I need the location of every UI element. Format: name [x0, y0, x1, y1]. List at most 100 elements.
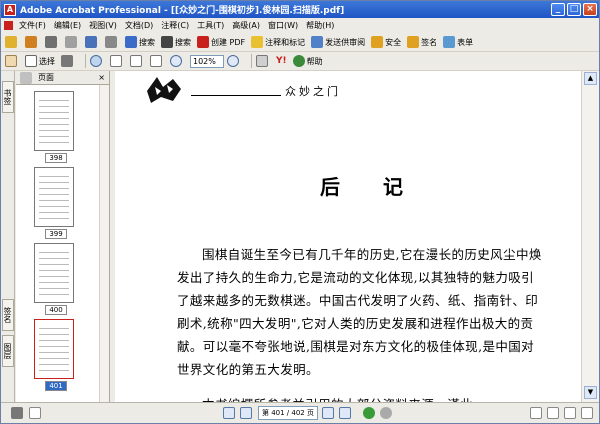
organize-button[interactable] [85, 36, 99, 48]
binoculars-button[interactable]: 搜索 [161, 36, 191, 48]
create-button[interactable] [25, 36, 39, 48]
zoom-out-icon [170, 55, 182, 67]
binoculars-icon [161, 36, 173, 48]
thumbnail-text-line [39, 188, 69, 189]
facing-icon[interactable] [564, 407, 576, 419]
continuous-icon[interactable] [547, 407, 559, 419]
thumbnail-text-line [39, 218, 69, 219]
continuous-facing-icon[interactable] [581, 407, 593, 419]
thumbnail-page-label[interactable]: 401 [45, 381, 67, 391]
pages-panel-title: 页面 [38, 73, 54, 82]
menu-help[interactable]: 帮助(H) [302, 20, 338, 31]
print-icon [45, 36, 57, 48]
help-label: 帮助 [306, 56, 323, 66]
page-thumbnail[interactable] [34, 319, 74, 379]
thumbnail-text-line [39, 100, 69, 101]
thumbnail-scrollbar[interactable] [99, 85, 109, 402]
zoom-tool-button[interactable] [90, 55, 104, 67]
menu-document[interactable]: 文档(D) [121, 20, 157, 31]
thumbnail-text-line [39, 200, 69, 201]
thumbnail-page-label[interactable]: 399 [45, 229, 67, 239]
thumbnail-text-line [39, 182, 69, 183]
fit-width-button[interactable] [150, 55, 164, 67]
thumbnail-text-line [39, 358, 69, 359]
create-pdf-icon [197, 36, 209, 48]
close-button[interactable]: × [583, 3, 597, 16]
previous-view-icon[interactable] [362, 407, 375, 419]
snapshot-tool-button[interactable] [61, 55, 75, 67]
page-thumbnail[interactable] [34, 91, 74, 151]
last-page-icon[interactable] [338, 407, 351, 419]
nav-tab-signatures[interactable]: 签名 [2, 299, 14, 331]
first-page-icon[interactable] [223, 407, 235, 419]
fit-width-icon [150, 55, 162, 67]
nav-tab-bookmarks[interactable]: 书签 [2, 81, 14, 113]
comment-button[interactable]: 注释和标记 [251, 36, 305, 48]
zoom-out-button[interactable] [170, 55, 184, 67]
page-size-icon[interactable] [29, 407, 41, 419]
thumbnail-text-line [39, 112, 69, 113]
document-menu-icon[interactable] [4, 21, 13, 30]
thumbnail-text-line [39, 142, 69, 143]
fit-page-button[interactable] [130, 55, 144, 67]
search-web-button[interactable]: 搜索 [125, 36, 155, 48]
nav-tab-layers[interactable]: 图层 [2, 335, 14, 367]
scroll-down-icon[interactable]: ▼ [584, 386, 597, 399]
secure-button[interactable]: 安全 [371, 36, 401, 48]
attach-button[interactable] [105, 36, 119, 48]
page-thumbnail[interactable] [34, 167, 74, 227]
zoom-in-button[interactable] [227, 55, 241, 67]
next-view-icon[interactable] [379, 407, 392, 419]
print-button[interactable] [45, 36, 59, 48]
send-review-label: 发送供审阅 [325, 37, 366, 47]
thumbnail-text-line [39, 334, 69, 335]
next-page-icon[interactable] [321, 407, 334, 419]
menu-view[interactable]: 视图(V) [85, 20, 121, 31]
thumbnail-text-line [39, 294, 69, 295]
email-button[interactable] [65, 36, 79, 48]
sign-button[interactable]: 签名 [407, 36, 437, 48]
menu-window[interactable]: 窗口(W) [264, 20, 302, 31]
actual-size-button[interactable] [110, 55, 124, 67]
acrobat-app-icon: A [4, 3, 16, 16]
thumbnail-text-line [39, 346, 69, 347]
help-button[interactable]: 帮助 [292, 55, 323, 67]
minimize-button[interactable]: _ [551, 3, 565, 16]
zoom-input[interactable]: 102% [190, 54, 224, 68]
maximize-button[interactable]: □ [567, 3, 581, 16]
toolbar-separator [251, 54, 252, 68]
document-scrollbar[interactable]: ▲ ▼ [581, 71, 599, 402]
create-pdf-button[interactable]: 创建 PDF [197, 36, 245, 48]
open-icon [5, 36, 17, 48]
thumbnail-text-line [39, 252, 69, 253]
menu-file[interactable]: 文件(F) [15, 20, 50, 31]
zoom-in-icon [227, 55, 239, 67]
page-number-field[interactable]: 第 401 / 402 页 [258, 406, 318, 420]
single-page-icon[interactable] [530, 407, 542, 419]
title-bar: A Adobe Acrobat Professional - [[众妙之门-围棋… [1, 1, 599, 18]
magnifier-icon [90, 55, 102, 67]
select-tool-button[interactable]: 选择 [25, 55, 55, 67]
rotate-button[interactable] [256, 55, 270, 67]
forms-button[interactable]: 表单 [443, 36, 473, 48]
running-header: 众妙之门 [285, 85, 341, 98]
hand-tool-button[interactable] [5, 55, 19, 67]
panel-toggle-icon[interactable] [11, 407, 23, 419]
menu-advanced[interactable]: 高级(A) [228, 20, 264, 31]
menu-comments[interactable]: 注释(C) [157, 20, 193, 31]
menu-tools[interactable]: 工具(T) [193, 20, 228, 31]
previous-page-icon[interactable] [240, 407, 252, 419]
thumbnail-page-label[interactable]: 398 [45, 153, 67, 163]
page-thumbnail[interactable] [34, 243, 74, 303]
open-button[interactable] [5, 36, 19, 48]
scroll-up-icon[interactable]: ▲ [584, 72, 597, 85]
menu-edit[interactable]: 编辑(E) [50, 20, 85, 31]
toolbar-separator [85, 54, 86, 68]
yahoo-button[interactable]: Y! [276, 56, 287, 66]
pages-close-icon[interactable]: × [98, 73, 109, 82]
send-review-button[interactable]: 发送供审阅 [311, 36, 365, 48]
thumbnail-page-label[interactable]: 400 [45, 305, 67, 315]
pages-options-icon[interactable] [20, 71, 32, 84]
thumbnail-text-line [39, 282, 69, 283]
thumbnail-text-line [39, 258, 69, 259]
